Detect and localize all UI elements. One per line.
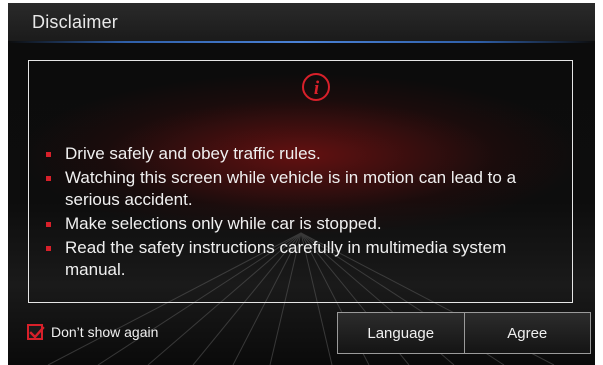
instruction-text: Make selections only while car is stoppe… xyxy=(65,214,382,233)
dont-show-again-checkbox[interactable] xyxy=(27,324,45,340)
checkmark-icon xyxy=(29,326,45,339)
instruction-text: Read the safety instructions carefully i… xyxy=(65,238,507,279)
action-button-group: Language Agree xyxy=(337,312,591,354)
disclaimer-screen: Disclaimer i Drive safely and obey traff… xyxy=(8,3,595,365)
dont-show-again-toggle[interactable]: Don’t show again xyxy=(27,322,158,342)
bullet-icon xyxy=(46,152,51,157)
list-item: Read the safety instructions carefully i… xyxy=(43,237,563,281)
instruction-text: Watching this screen while vehicle is in… xyxy=(65,168,517,209)
list-item: Watching this screen while vehicle is in… xyxy=(43,167,563,211)
dont-show-again-label: Don’t show again xyxy=(51,324,159,340)
title-bar: Disclaimer xyxy=(8,3,595,41)
bullet-icon xyxy=(46,176,51,181)
title-bar-divider xyxy=(8,41,595,43)
info-icon: i xyxy=(302,73,330,101)
safety-instructions-list: Drive safely and obey traffic rules. Wat… xyxy=(43,143,563,283)
list-item: Drive safely and obey traffic rules. xyxy=(43,143,563,165)
page-title: Disclaimer xyxy=(32,12,119,32)
list-item: Make selections only while car is stoppe… xyxy=(43,213,563,235)
bullet-icon xyxy=(46,222,51,227)
svg-text:i: i xyxy=(314,78,320,99)
agree-button[interactable]: Agree xyxy=(463,313,591,353)
language-button[interactable]: Language xyxy=(338,313,464,353)
instruction-text: Drive safely and obey traffic rules. xyxy=(65,144,321,163)
bullet-icon xyxy=(46,246,51,251)
